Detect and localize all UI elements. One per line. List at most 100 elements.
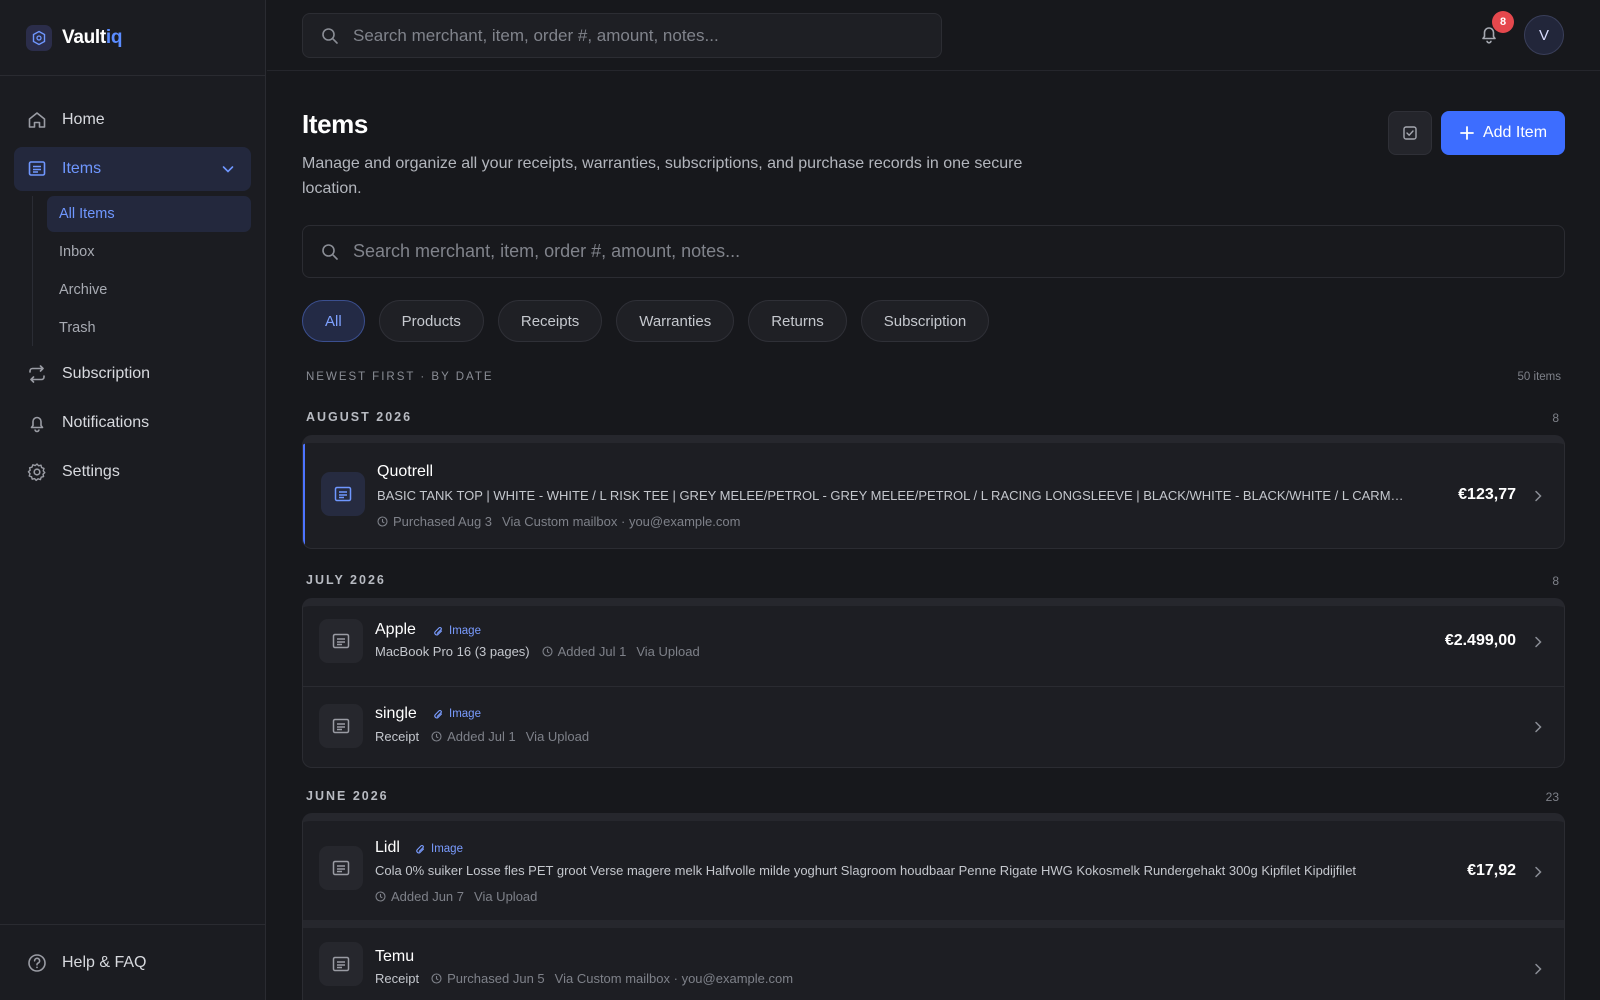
merchant-name: Apple (375, 621, 416, 638)
search-icon (321, 243, 339, 261)
item-source: Via Custom mailbox · you@example.com (554, 971, 794, 986)
attachment-tag-label: Image (449, 625, 481, 637)
brand[interactable]: Vaultiq (0, 0, 265, 76)
list-item[interactable]: Lidl Image Cola 0% suiker Losse fles PET… (303, 821, 1564, 928)
home-icon (26, 109, 48, 131)
item-description: MacBook Pro 16 (3 pages) (375, 644, 530, 659)
vault-logo-icon (26, 24, 52, 51)
clock-icon (431, 731, 442, 742)
items-search-input[interactable] (353, 241, 1453, 262)
item-meta: Receipt Added Jul 1 Via Upload (375, 729, 589, 744)
help-faq-link[interactable]: Help & FAQ (0, 924, 266, 1000)
page-title: Items (302, 109, 368, 139)
filter-chip-returns[interactable]: Returns (748, 300, 847, 342)
sidebar-subitem-inbox[interactable]: Inbox (47, 234, 251, 270)
attachment-tag: Image (433, 708, 481, 720)
clock-icon (375, 891, 386, 902)
item-date: Added Jun 7 (391, 889, 465, 904)
sidebar-nav: Home Items All Items Inbox Archive Trash… (0, 76, 265, 494)
brand-name: Vaultiq (62, 26, 123, 49)
item-date: Purchased Aug 3 (393, 514, 493, 529)
filter-chip-all[interactable]: All (302, 300, 365, 342)
attachment-tag: Image (433, 625, 481, 637)
sort-label[interactable]: NEWEST FIRST · BY DATE (306, 371, 494, 383)
item-source: Via Upload (525, 729, 590, 744)
merchant-name: Temu (375, 948, 415, 965)
list-item[interactable]: Quotrell BASIC TANK TOP | WHITE - WHITE … (303, 443, 1564, 548)
sidebar-subitem-trash[interactable]: Trash (47, 310, 251, 346)
chevron-right-icon[interactable] (1530, 488, 1546, 504)
brand-name-main: Vault (62, 26, 106, 48)
sidebar-item-notifications[interactable]: Notifications (14, 401, 251, 445)
month-group: Apple Image MacBook Pro 16 (3 pages) Add… (302, 598, 1565, 768)
item-source: Via Custom mailbox · you@example.com (502, 514, 741, 529)
sidebar-item-label: Home (62, 111, 105, 128)
clock-icon (542, 646, 553, 657)
receipt-icon (319, 846, 363, 890)
filter-chips: All Products Receipts Warranties Returns… (302, 300, 1003, 342)
list-item[interactable]: single Image Receipt Added Jul 1 Via Upl… (303, 687, 1564, 767)
item-meta: Added Jun 7 Via Upload (375, 889, 537, 904)
month-group: Lidl Image Cola 0% suiker Losse fles PET… (302, 813, 1565, 1000)
paperclip-icon (433, 626, 444, 637)
month-count: 8 (1552, 574, 1559, 588)
merchant-name: Lidl (375, 839, 400, 856)
item-price: €2.499,00 (1444, 632, 1516, 649)
sidebar: Vaultiq Home Items All Items Inbox Archi… (0, 0, 266, 1000)
bell-icon (26, 412, 48, 434)
top-search-input[interactable] (353, 25, 913, 46)
sidebar-item-subscription[interactable]: Subscription (14, 352, 251, 396)
gear-icon (26, 461, 48, 483)
sidebar-item-home[interactable]: Home (14, 98, 251, 142)
clock-icon (377, 516, 388, 527)
month-heading: AUGUST 2026 (306, 410, 413, 424)
item-description: Receipt (375, 729, 420, 744)
item-price: €17,92 (1467, 862, 1516, 879)
chevron-down-icon[interactable] (219, 160, 237, 178)
brand-name-accent: iq (105, 26, 123, 48)
search-icon (321, 27, 339, 45)
merchant-name: Quotrell (377, 463, 434, 480)
filter-chip-products[interactable]: Products (378, 300, 484, 342)
page-description: Manage and organize all your receipts, w… (302, 155, 1023, 197)
select-mode-button[interactable] (1388, 111, 1432, 155)
chevron-right-icon[interactable] (1530, 719, 1546, 735)
help-faq-label: Help & FAQ (62, 953, 147, 971)
sidebar-subitem-archive[interactable]: Archive (47, 272, 251, 308)
item-description: Cola 0% suiker Losse fles PET groot Vers… (375, 863, 1357, 878)
list-item[interactable]: Temu Receipt Purchased Jun 5 Via Custom … (303, 928, 1564, 1000)
top-search-box[interactable] (302, 13, 942, 58)
sidebar-item-label: Notifications (62, 414, 150, 431)
sidebar-item-settings[interactable]: Settings (14, 450, 251, 494)
receipt-icon (319, 942, 363, 986)
sidebar-item-items[interactable]: Items (14, 147, 251, 191)
receipt-icon (319, 704, 363, 748)
month-count: 23 (1545, 790, 1559, 804)
item-date: Added Jul 1 (447, 729, 516, 744)
add-item-label: Add Item (1482, 124, 1548, 141)
item-description: Receipt (375, 971, 420, 986)
chevron-right-icon[interactable] (1530, 961, 1546, 977)
chevron-right-icon[interactable] (1530, 864, 1546, 880)
month-group: Quotrell BASIC TANK TOP | WHITE - WHITE … (302, 435, 1565, 549)
item-source: Via Upload (474, 889, 538, 904)
attachment-tag-label: Image (431, 843, 463, 855)
items-search-box[interactable] (302, 225, 1565, 278)
list-item[interactable]: Apple Image MacBook Pro 16 (3 pages) Add… (303, 606, 1564, 687)
merchant-name: single (375, 705, 417, 722)
item-date: Purchased Jun 5 (447, 971, 545, 986)
add-item-button[interactable]: Add Item (1441, 111, 1565, 155)
month-heading: JUNE 2026 (306, 789, 389, 803)
item-meta: Receipt Purchased Jun 5 Via Custom mailb… (375, 971, 793, 986)
paperclip-icon (415, 844, 426, 855)
filter-chip-subscription[interactable]: Subscription (860, 300, 990, 342)
filter-chip-warranties[interactable]: Warranties (616, 300, 735, 342)
sidebar-subitem-all-items[interactable]: All Items (47, 196, 251, 232)
receipt-icon (321, 472, 365, 516)
user-avatar[interactable]: V (1524, 15, 1564, 55)
chevron-right-icon[interactable] (1530, 634, 1546, 650)
item-date: Added Jul 1 (557, 644, 627, 659)
total-count: 50 items (1517, 371, 1561, 383)
month-count: 8 (1552, 411, 1559, 425)
filter-chip-receipts[interactable]: Receipts (497, 300, 603, 342)
